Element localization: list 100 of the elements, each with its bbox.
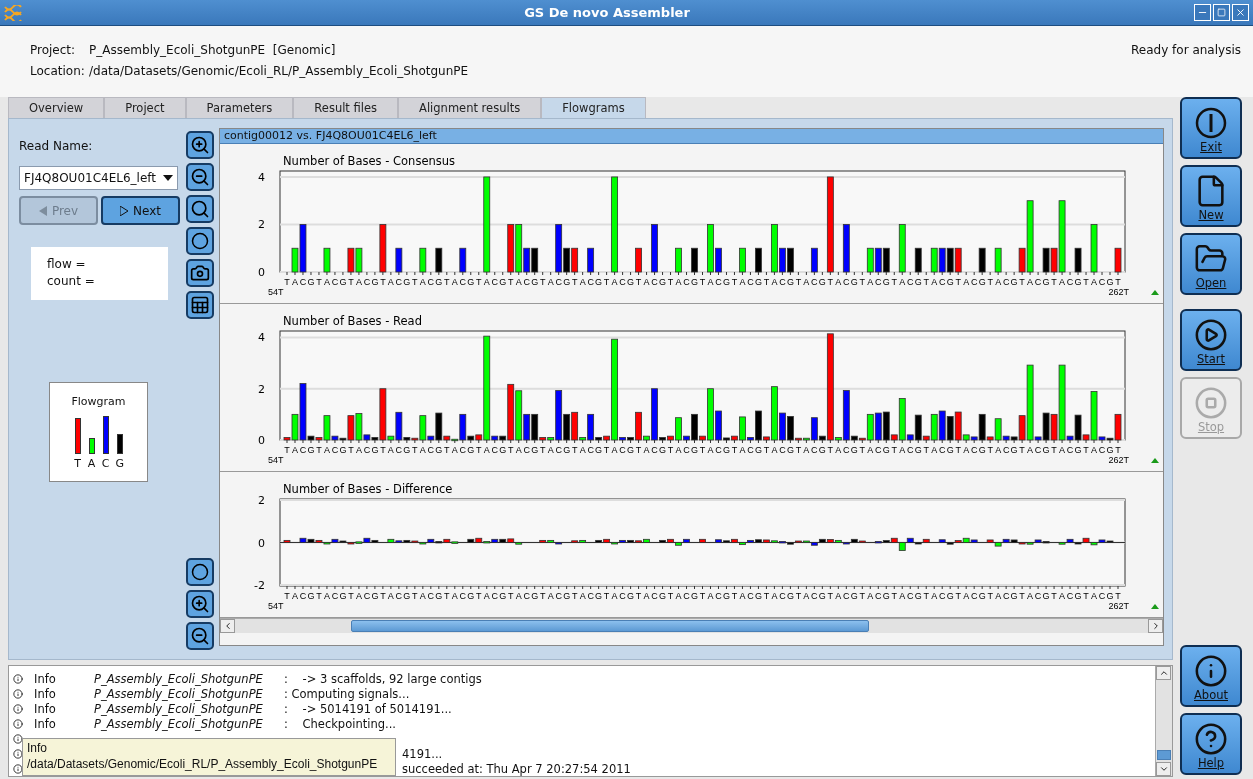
- x-tick-label: C: [938, 277, 946, 287]
- x-tick-label: G: [563, 445, 571, 455]
- x-tick-label: A: [611, 277, 618, 287]
- x-tick-label: T: [539, 445, 546, 455]
- x-tick-label: G: [691, 445, 698, 455]
- tab[interactable]: Project: [104, 97, 186, 118]
- x-tick-label: A: [483, 277, 490, 287]
- start-label: 54T: [268, 287, 284, 297]
- x-tick-label: G: [978, 591, 986, 601]
- x-tick-label: G: [499, 277, 507, 287]
- legend-label: T: [73, 457, 82, 470]
- x-tick-label: A: [643, 277, 650, 287]
- x-tick-label: C: [331, 277, 339, 287]
- x-tick-label: C: [1002, 445, 1010, 455]
- log-level: Info: [34, 686, 57, 701]
- exit-button[interactable]: Exit: [1180, 97, 1242, 159]
- x-tick-label: A: [1059, 277, 1066, 287]
- x-tick-label: A: [419, 591, 426, 601]
- x-tick-label: C: [843, 445, 850, 455]
- tab[interactable]: Result files: [293, 97, 399, 118]
- x-tick-label: G: [531, 445, 539, 455]
- x-tick-label: T: [316, 445, 322, 455]
- next-button[interactable]: Next: [101, 196, 180, 225]
- x-tick-label: G: [659, 591, 667, 601]
- x-tick-label: A: [771, 445, 778, 455]
- x-tick-label: G: [467, 277, 475, 287]
- x-tick-label: C: [1066, 445, 1074, 455]
- y-tick-label: -2: [254, 578, 265, 592]
- chart-title: Number of Bases - Difference: [283, 482, 453, 496]
- x-tick-label: A: [355, 445, 362, 455]
- x-tick-label: G: [946, 591, 954, 601]
- legend-label: A: [87, 457, 96, 470]
- x-tick-label: G: [467, 591, 475, 601]
- x-tick-label: C: [843, 591, 850, 601]
- x-tick-label: G: [1106, 445, 1114, 455]
- x-tick-label: T: [859, 591, 866, 601]
- x-tick-label: A: [579, 277, 586, 287]
- x-tick-label: A: [931, 591, 938, 601]
- x-tick-label: C: [459, 445, 467, 455]
- status-text: Ready for analysis: [1131, 43, 1241, 59]
- about-button[interactable]: About: [1180, 645, 1242, 707]
- new-button[interactable]: New: [1180, 165, 1242, 227]
- project-label: Project:: [30, 43, 77, 57]
- x-tick-label: G: [499, 445, 507, 455]
- x-tick-label: A: [867, 445, 874, 455]
- x-tick-label: C: [1002, 277, 1010, 287]
- x-tick-label: C: [491, 591, 498, 601]
- x-tick-label: T: [827, 445, 834, 455]
- x-tick-label: A: [643, 445, 650, 455]
- x-tick-label: A: [835, 591, 842, 601]
- x-tick-label: G: [307, 591, 315, 601]
- x-tick-label: A: [419, 277, 426, 287]
- tab[interactable]: Alignment results: [398, 97, 542, 118]
- x-tick-label: T: [348, 277, 354, 287]
- x-tick-label: T: [635, 445, 642, 455]
- x-tick-label: C: [555, 445, 562, 455]
- y-tick-label: 2: [258, 382, 265, 396]
- x-tick-label: A: [515, 277, 522, 287]
- tab[interactable]: Overview: [8, 97, 105, 118]
- x-tick-label: T: [444, 591, 450, 601]
- window-title: GS De novo Assembler: [523, 5, 691, 20]
- x-tick-label: C: [427, 445, 435, 455]
- end-label: 262T: [1108, 455, 1129, 465]
- x-tick-label: G: [627, 277, 635, 287]
- x-tick-label: C: [1098, 277, 1106, 287]
- x-tick-label: C: [459, 277, 467, 287]
- x-tick-label: C: [970, 591, 978, 601]
- x-tick-label: G: [563, 277, 571, 287]
- start-button[interactable]: Start: [1180, 309, 1242, 371]
- log-message: : Computing signals...: [284, 686, 410, 701]
- x-tick-label: C: [875, 445, 882, 455]
- x-tick-label: C: [970, 445, 978, 455]
- log-level: Info: [34, 701, 57, 716]
- x-tick-label: A: [292, 445, 298, 455]
- x-tick-label: G: [435, 277, 443, 287]
- y-tick-label: 0: [258, 434, 265, 447]
- legend-title: Flowgram: [71, 395, 126, 408]
- tab[interactable]: Parameters: [185, 97, 294, 118]
- x-tick-label: A: [1027, 277, 1034, 287]
- x-tick-label: C: [938, 591, 946, 601]
- x-tick-label: C: [1098, 591, 1106, 601]
- open-button[interactable]: Open: [1180, 233, 1242, 295]
- x-tick-label: T: [1115, 591, 1121, 601]
- x-tick-label: G: [914, 591, 922, 601]
- x-tick-label: C: [715, 445, 722, 455]
- start-label: 54T: [268, 601, 284, 611]
- read-name-dropdown[interactable]: FJ4Q8OU01C4EL6_left: [19, 166, 178, 190]
- x-tick-label: G: [946, 277, 954, 287]
- x-tick-label: T: [1083, 277, 1089, 287]
- x-tick-label: T: [1115, 277, 1121, 287]
- x-tick-label: G: [1010, 277, 1018, 287]
- x-tick-label: C: [715, 277, 722, 287]
- x-tick-label: T: [1051, 445, 1057, 455]
- x-tick-label: C: [523, 445, 530, 455]
- x-tick-label: T: [923, 445, 929, 455]
- x-tick-label: T: [603, 591, 610, 601]
- help-button[interactable]: Help: [1180, 713, 1242, 775]
- x-tick-label: A: [579, 591, 586, 601]
- x-tick-label: T: [795, 277, 802, 287]
- tab[interactable]: Flowgrams: [541, 97, 646, 118]
